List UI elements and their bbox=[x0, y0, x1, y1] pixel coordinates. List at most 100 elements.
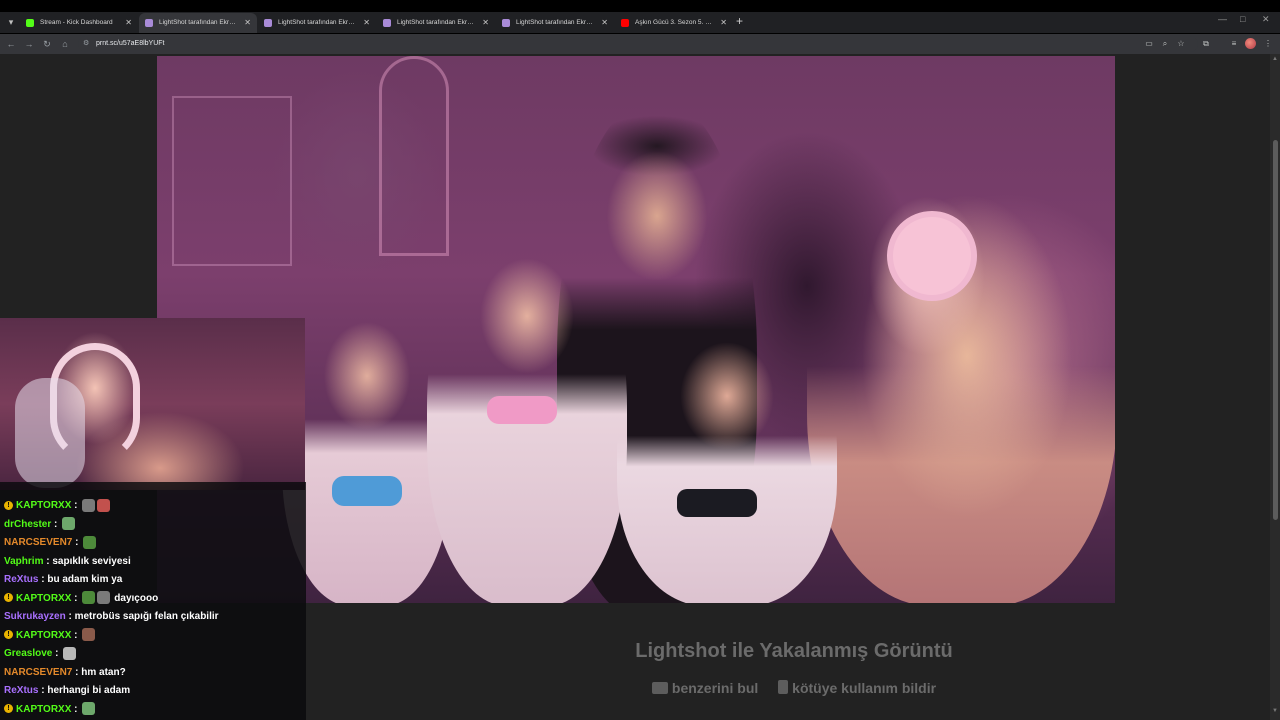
chat-username[interactable]: ReXtus bbox=[4, 574, 38, 585]
reload-icon[interactable]: ↻ bbox=[40, 37, 54, 51]
bookmark-star-icon[interactable]: ☆ bbox=[1174, 37, 1188, 51]
chat-username[interactable]: KAPTORXX bbox=[16, 593, 71, 604]
browser-tab[interactable]: Stream - Kick Dashboard ✕ bbox=[20, 13, 138, 33]
tab-strip: ▾ Stream - Kick Dashboard ✕ LightShot tara… bbox=[0, 0, 1280, 34]
tab-search-icon[interactable]: ▾ bbox=[4, 15, 18, 29]
chat-separator: : bbox=[71, 629, 81, 641]
chat-separator: : bbox=[71, 500, 81, 511]
chat-username[interactable]: Greaslove bbox=[4, 648, 52, 659]
tab-close-icon[interactable]: ✕ bbox=[720, 13, 727, 33]
scroll-up-icon[interactable]: ▲ bbox=[1271, 56, 1279, 64]
chat-emote-icon bbox=[97, 498, 111, 512]
chat-username[interactable]: Vaphrim bbox=[4, 556, 43, 567]
chat-username[interactable]: Sukrukayzen bbox=[4, 611, 66, 622]
chat-username[interactable]: NARCSEVEN7 bbox=[4, 537, 72, 548]
chat-separator: : bbox=[38, 574, 48, 585]
chat-message: ReXtus : herhangi bi adam bbox=[4, 682, 130, 700]
chat-emote-icon bbox=[82, 498, 96, 512]
tab-label: Stream - Kick Dashboard bbox=[40, 19, 113, 26]
chat-message: NARCSEVEN7 : bbox=[4, 534, 97, 552]
tab-close-icon[interactable]: ✕ bbox=[125, 13, 132, 33]
back-icon[interactable]: ← bbox=[4, 37, 18, 51]
tab-close-icon[interactable]: ✕ bbox=[363, 13, 370, 33]
chat-separator: : bbox=[71, 703, 81, 715]
zoom-icon[interactable]: ⌕ bbox=[1158, 37, 1172, 51]
stream-chat: ! KAPTORXX : drChester : NARCSEVEN7 : Vap… bbox=[0, 482, 306, 720]
chat-message: NARCSEVEN7 : hm atan? bbox=[4, 664, 126, 682]
chat-separator: : bbox=[38, 685, 48, 696]
scrollbar-thumb[interactable] bbox=[1273, 140, 1278, 520]
menu-icon[interactable]: ⋮ bbox=[1261, 37, 1275, 51]
mother-figure bbox=[807, 126, 1115, 603]
tab-label: LightShot tarafından Ekran Görü bbox=[159, 19, 239, 26]
chat-separator: : bbox=[72, 666, 82, 678]
chat-separator: : bbox=[65, 611, 75, 622]
chat-message: ! KAPTORXX : dayıçooo bbox=[4, 590, 158, 608]
maximize-icon[interactable]: □ bbox=[1240, 14, 1245, 24]
chat-text: dayıçooo bbox=[114, 592, 159, 604]
tab-favicon-icon bbox=[621, 19, 629, 27]
tab-label: Aşkın Gücü 3. Sezon 5. Bölüm | bbox=[635, 19, 715, 26]
chat-message: drChester : bbox=[4, 516, 76, 534]
tab-label: LightShot tarafından Ekran Görü bbox=[516, 19, 596, 26]
chat-emote-icon bbox=[97, 591, 111, 605]
blue-controller bbox=[332, 476, 402, 506]
chat-separator: : bbox=[72, 537, 82, 548]
chat-username[interactable]: drChester bbox=[4, 519, 51, 530]
media-icon[interactable]: ≡ bbox=[1227, 37, 1241, 51]
chat-text: herhangi bi adam bbox=[47, 685, 131, 696]
tab-favicon-icon bbox=[26, 19, 34, 27]
report-abuse-label: kötüye kullanım bildir bbox=[792, 680, 937, 696]
profile-avatar[interactable] bbox=[1245, 38, 1256, 49]
chat-separator: : bbox=[52, 648, 62, 659]
browser-tab[interactable]: LightShot tarafından Ekran Görü ✕ bbox=[258, 13, 376, 33]
new-tab-button[interactable]: + bbox=[736, 14, 743, 28]
chat-emote-icon bbox=[82, 628, 96, 642]
pink-controller bbox=[487, 396, 557, 424]
chat-username[interactable]: NARCSEVEN7 bbox=[4, 667, 72, 678]
background-mirror bbox=[379, 56, 449, 256]
browser-tab[interactable]: LightShot tarafından Ekran Görü ✕ bbox=[139, 13, 257, 33]
chat-username[interactable]: KAPTORXX bbox=[16, 500, 71, 511]
lightshot-links: benzerini bul kötüye kullanım bildir bbox=[306, 680, 1280, 696]
tab-favicon-icon bbox=[502, 19, 510, 27]
chat-message: Sukrukayzen : metrobüs sapığı felan çıka… bbox=[4, 608, 219, 626]
chat-username[interactable]: ReXtus bbox=[4, 685, 38, 696]
lightshot-caption: Lightshot ile Yakalanmış Görüntü bbox=[635, 640, 953, 662]
browser-tab[interactable]: LightShot tarafından Ekran Görü ✕ bbox=[377, 13, 495, 33]
black-controller bbox=[677, 489, 757, 517]
chat-emote-icon bbox=[63, 646, 77, 660]
chat-message: ! KAPTORXX : bbox=[4, 497, 111, 515]
minimize-icon[interactable]: — bbox=[1218, 14, 1227, 24]
chat-separator: : bbox=[71, 592, 81, 604]
cast-icon[interactable]: ▭ bbox=[1142, 37, 1156, 51]
chat-username[interactable]: KAPTORXX bbox=[16, 704, 71, 715]
tab-favicon-icon bbox=[145, 19, 153, 27]
tab-close-icon[interactable]: ✕ bbox=[482, 13, 489, 33]
chat-text: bu adam kim ya bbox=[47, 574, 123, 585]
address-bar[interactable]: ⚙ prnt.sc/u57aE8lbYUFt bbox=[78, 36, 1198, 52]
url-text: prnt.sc/u57aE8lbYUFt bbox=[96, 40, 165, 47]
tab-favicon-icon bbox=[383, 19, 391, 27]
chat-text: hm atan? bbox=[81, 666, 126, 678]
home-icon[interactable]: ⌂ bbox=[58, 37, 72, 51]
forward-icon[interactable]: → bbox=[22, 37, 36, 51]
chat-emote-icon bbox=[82, 702, 96, 716]
scroll-down-icon[interactable]: ▼ bbox=[1271, 708, 1279, 716]
webcam-chair bbox=[15, 378, 85, 488]
browser-tab[interactable]: LightShot tarafından Ekran Görü ✕ bbox=[496, 13, 614, 33]
chat-message: ReXtus : bu adam kim ya bbox=[4, 571, 122, 589]
close-window-icon[interactable]: ✕ bbox=[1262, 14, 1270, 25]
site-info-icon[interactable]: ⚙ bbox=[83, 36, 89, 52]
browser-tab[interactable]: Aşkın Gücü 3. Sezon 5. Bölüm | ✕ bbox=[615, 13, 733, 33]
streamer-webcam bbox=[0, 318, 305, 490]
extensions-icon[interactable]: ⧉ bbox=[1199, 37, 1213, 51]
tab-close-icon[interactable]: ✕ bbox=[244, 13, 251, 33]
report-abuse-link[interactable]: kötüye kullanım bildir bbox=[778, 680, 936, 696]
chat-badge-icon: ! bbox=[4, 500, 13, 510]
tab-close-icon[interactable]: ✕ bbox=[601, 13, 608, 33]
find-similar-link[interactable]: benzerini bul bbox=[651, 680, 759, 696]
chat-username[interactable]: KAPTORXX bbox=[16, 630, 71, 641]
find-similar-label: benzerini bul bbox=[671, 680, 759, 696]
chat-message: ! KAPTORXX : bbox=[4, 627, 96, 645]
